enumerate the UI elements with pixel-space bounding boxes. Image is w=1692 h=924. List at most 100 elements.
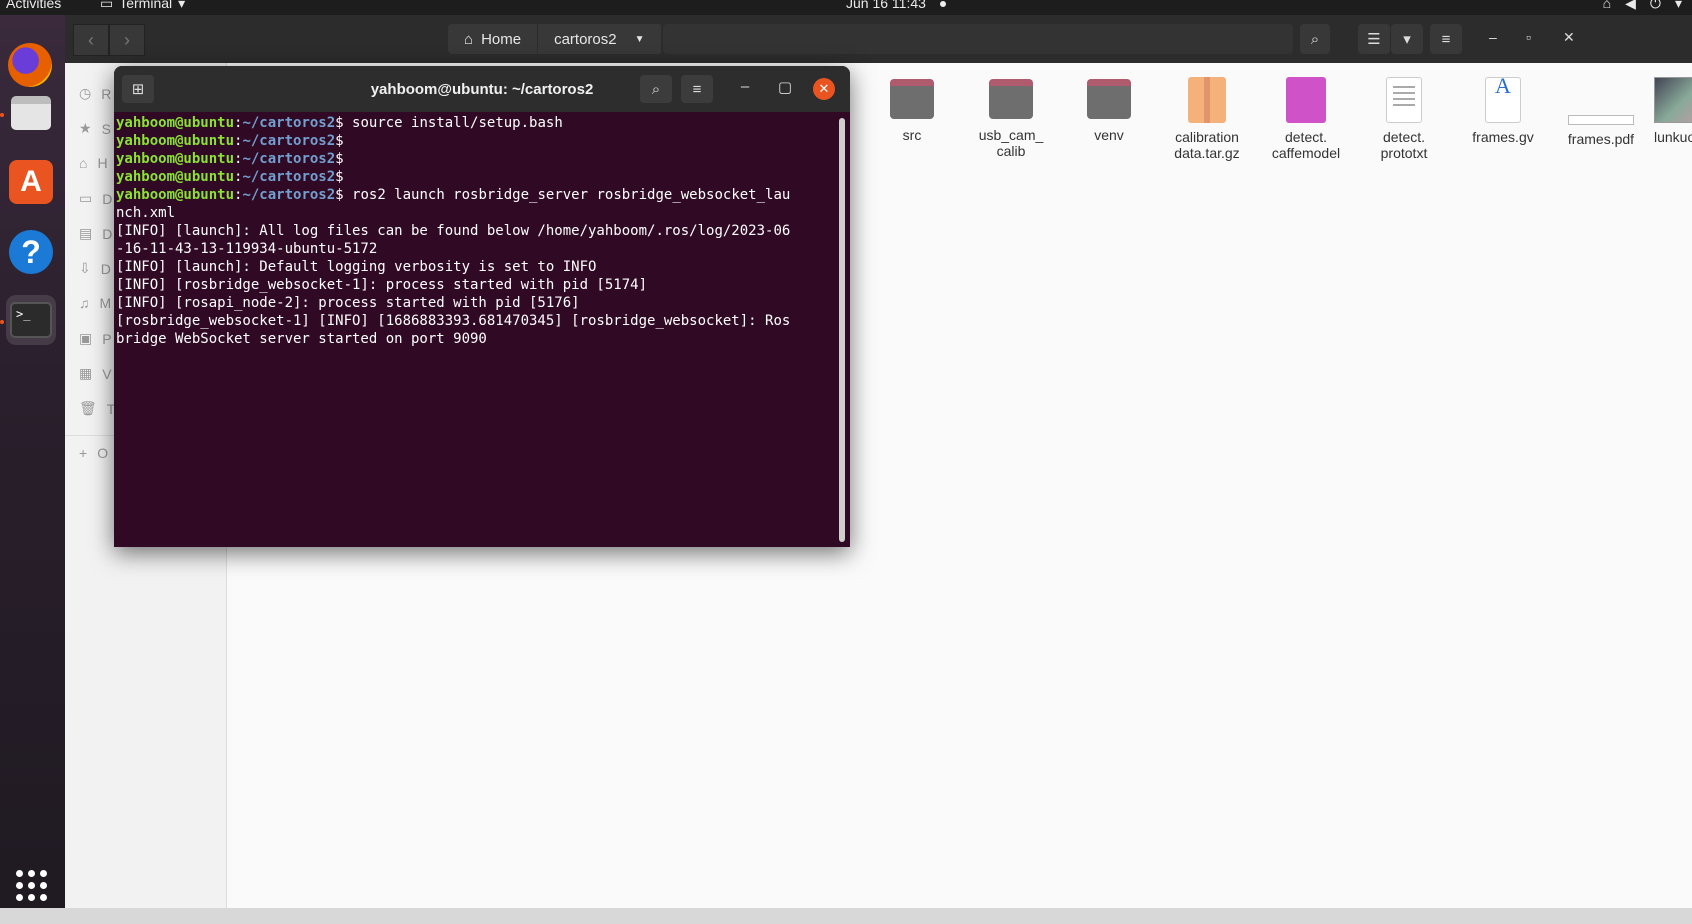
search-icon: ⌕: [651, 80, 661, 98]
show-apps-button[interactable]: [6, 860, 56, 910]
prompt-user: yahboom@ubuntu: [116, 115, 235, 131]
maximize-button[interactable]: ▢: [774, 78, 796, 96]
sidebar-item-music[interactable]: ♫ M: [79, 295, 111, 311]
output-line: bridge WebSocket server started on port …: [116, 331, 487, 347]
close-icon: ✕: [818, 81, 830, 96]
folder-icon: [11, 96, 51, 130]
view-list-button[interactable]: ☰: [1358, 24, 1390, 54]
file-name: detect. prototxt: [1380, 129, 1428, 161]
app-menu[interactable]: ▭ Terminal ▾: [100, 0, 185, 11]
home-icon: ⌂: [464, 30, 474, 48]
sidebar-item-trash[interactable]: 🗑 T: [79, 400, 115, 417]
chevron-down-icon: ▾: [1403, 31, 1411, 48]
breadcrumb: ⌂ Home cartoros2 ▼: [448, 24, 662, 54]
archive-icon: [1188, 77, 1226, 123]
document-icon: ▤: [79, 225, 93, 241]
file-item[interactable]: detect. prototxt: [1359, 77, 1449, 161]
output-line: -16-11-43-13-119934-ubuntu-5172: [116, 241, 378, 257]
sidebar-item-downloads[interactable]: ⇩ D: [79, 260, 111, 277]
video-icon: ▦: [79, 365, 93, 381]
help-app[interactable]: ?: [6, 227, 56, 277]
sidebar-item-videos[interactable]: ▦ V: [79, 365, 112, 382]
search-button[interactable]: ⌕: [1300, 24, 1330, 54]
files-app[interactable]: [6, 88, 56, 138]
software-app[interactable]: A: [6, 157, 56, 207]
terminal-app[interactable]: >_: [6, 295, 56, 345]
menu-button[interactable]: ≡: [1430, 24, 1462, 54]
terminal-output[interactable]: yahboom@ubuntu:~/cartoros2$ source insta…: [116, 114, 836, 544]
system-tray[interactable]: ⌂ ◀ ⏻ ▾: [1603, 0, 1682, 11]
sidebar-item-label: O: [97, 445, 109, 461]
file-item[interactable]: venv: [1064, 77, 1154, 143]
help-icon: ?: [9, 230, 53, 274]
gv-file-icon: A: [1485, 75, 1521, 123]
minimize-button[interactable]: –: [1489, 29, 1497, 45]
file-name: usb_cam_ calib: [978, 127, 1044, 159]
forward-button[interactable]: ›: [109, 24, 145, 56]
scrollbar[interactable]: [839, 118, 845, 542]
file-item[interactable]: usb_cam_ calib: [966, 77, 1056, 159]
app-store-icon: A: [9, 160, 53, 204]
terminal-app-icon: ▭: [100, 0, 114, 11]
terminal-window[interactable]: ⊞ yahboom@ubuntu: ~/cartoros2 ⌕ ≡ – ▢ ✕ …: [114, 66, 850, 547]
file-item[interactable]: calibration data.tar.gz: [1162, 77, 1252, 161]
close-button[interactable]: ✕: [813, 78, 835, 100]
sidebar-item-label: D: [100, 260, 111, 277]
prompt-path: ~/cartoros2: [242, 169, 336, 185]
command-text: $: [335, 133, 353, 149]
clock[interactable]: Jun 16 11:43: [846, 0, 946, 10]
list-icon: ☰: [1367, 31, 1381, 48]
breadcrumb-home[interactable]: ⌂ Home: [448, 24, 539, 54]
photo-thumbnail-icon: [1654, 77, 1692, 123]
folder-icon: [1087, 79, 1131, 119]
terminal-menu-button[interactable]: ≡: [681, 75, 713, 103]
file-item[interactable]: Aframes.gv: [1458, 75, 1548, 146]
file-name: calibration data.tar.gz: [1174, 129, 1240, 161]
file-item[interactable]: src: [867, 77, 957, 143]
path-bar-space: [663, 24, 1293, 54]
output-line: [rosbridge_websocket-1] [INFO] [16868833…: [116, 313, 791, 329]
prompt-user: yahboom@ubuntu: [116, 187, 235, 203]
picture-icon: ▣: [79, 330, 93, 346]
maximize-button[interactable]: ▫: [1526, 29, 1531, 45]
file-item[interactable]: frames.pdf: [1556, 77, 1646, 147]
sidebar-item-documents[interactable]: ▤ D: [79, 225, 112, 242]
breadcrumb-current[interactable]: cartoros2 ▼: [538, 24, 662, 54]
sidebar-item-desktop[interactable]: ▭ D: [79, 190, 112, 207]
file-name: venv: [1094, 127, 1124, 143]
minimize-button[interactable]: –: [734, 78, 756, 95]
prompt-path: ~/cartoros2: [242, 115, 336, 131]
dock: A ? >_: [0, 15, 65, 924]
music-icon: ♫: [79, 295, 90, 311]
prompt-line: yahboom@ubuntu:~/cartoros2$: [116, 169, 353, 185]
nav-buttons: ‹ ›: [73, 24, 145, 56]
prompt-line: yahboom@ubuntu:~/cartoros2$ ros2 launch …: [116, 187, 791, 221]
prompt-user: yahboom@ubuntu: [116, 151, 235, 167]
download-icon: ⇩: [79, 260, 91, 276]
view-options-button[interactable]: ▾: [1391, 24, 1423, 54]
sidebar-item-pictures[interactable]: ▣ P: [79, 330, 112, 347]
terminal-search-button[interactable]: ⌕: [640, 75, 672, 103]
file-name: frames.gv: [1472, 129, 1534, 145]
file-item[interactable]: lunkuo.png: [1654, 77, 1692, 145]
back-button[interactable]: ‹: [73, 24, 109, 56]
command-text: $ source install/setup.bash: [335, 115, 563, 131]
activities-button[interactable]: Activities: [6, 0, 61, 10]
output-line: [INFO] [launch]: Default logging verbosi…: [116, 259, 597, 275]
command-text: $: [335, 151, 353, 167]
sidebar-item-label: P: [102, 330, 112, 347]
file-name: lunkuo.png: [1654, 129, 1692, 145]
sidebar-item-label: D: [102, 190, 113, 207]
running-indicator: [0, 320, 4, 324]
folder-icon: [890, 79, 934, 119]
close-button[interactable]: ✕: [1563, 29, 1575, 46]
text-file-icon: [1386, 77, 1422, 123]
sidebar-item-other-locations[interactable]: + O: [79, 445, 108, 461]
hamburger-icon: ≡: [692, 80, 702, 98]
file-item[interactable]: detect. caffemodel: [1261, 77, 1351, 161]
chevron-down-icon: ▾: [1674, 0, 1682, 11]
sidebar-item-label: V: [102, 365, 112, 382]
folder-icon: [989, 79, 1033, 119]
firefox-icon[interactable]: [8, 43, 52, 87]
output-line: [INFO] [rosbridge_websocket-1]: process …: [116, 277, 648, 293]
